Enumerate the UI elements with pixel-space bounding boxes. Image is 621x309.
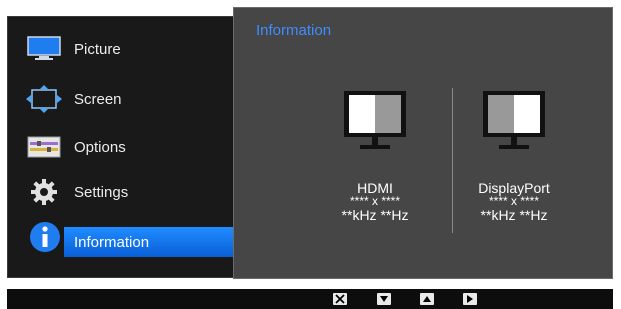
picture-icon [26,35,62,63]
right-key-icon[interactable] [463,293,477,305]
screen-icon [26,85,62,113]
panel-title: Information [256,22,332,39]
menu-item-picture[interactable]: Picture [8,27,236,71]
osd-menu-panel: Picture Screen Options Settings Informat… [7,16,236,278]
hdmi-info: HDMI **** x **** **kHz **Hz [315,180,435,223]
frequency-text: **kHz **Hz [341,207,409,223]
down-key-icon[interactable] [377,293,391,305]
menu-item-label: Options [74,138,126,156]
divider [452,88,453,233]
resolution-text: **** x **** [349,194,401,208]
menu-item-settings[interactable]: Settings [8,170,236,214]
frequency-text: **kHz **Hz [480,207,548,223]
up-key-icon[interactable] [420,293,434,305]
options-icon [26,133,62,161]
information-panel: Information HDMI **** x **** **kHz **Hz … [233,7,613,279]
resolution-text: **** x **** [488,194,540,208]
menu-item-options[interactable]: Options [8,125,236,169]
monitor-icon [343,90,407,157]
menu-item-information[interactable]: Information [64,227,236,257]
menu-item-label: Information [74,233,150,251]
monitor-icon [482,90,546,157]
menu-item-label: Settings [74,183,129,201]
displayport-info: DisplayPort **** x **** **kHz **Hz [454,180,574,223]
settings-gear-icon [26,178,62,206]
information-icon [30,222,60,252]
menu-item-screen[interactable]: Screen [8,77,236,121]
navigation-bar [7,289,613,309]
close-key-icon[interactable] [333,293,347,305]
menu-item-label: Picture [74,40,121,58]
menu-item-label: Screen [74,90,122,108]
